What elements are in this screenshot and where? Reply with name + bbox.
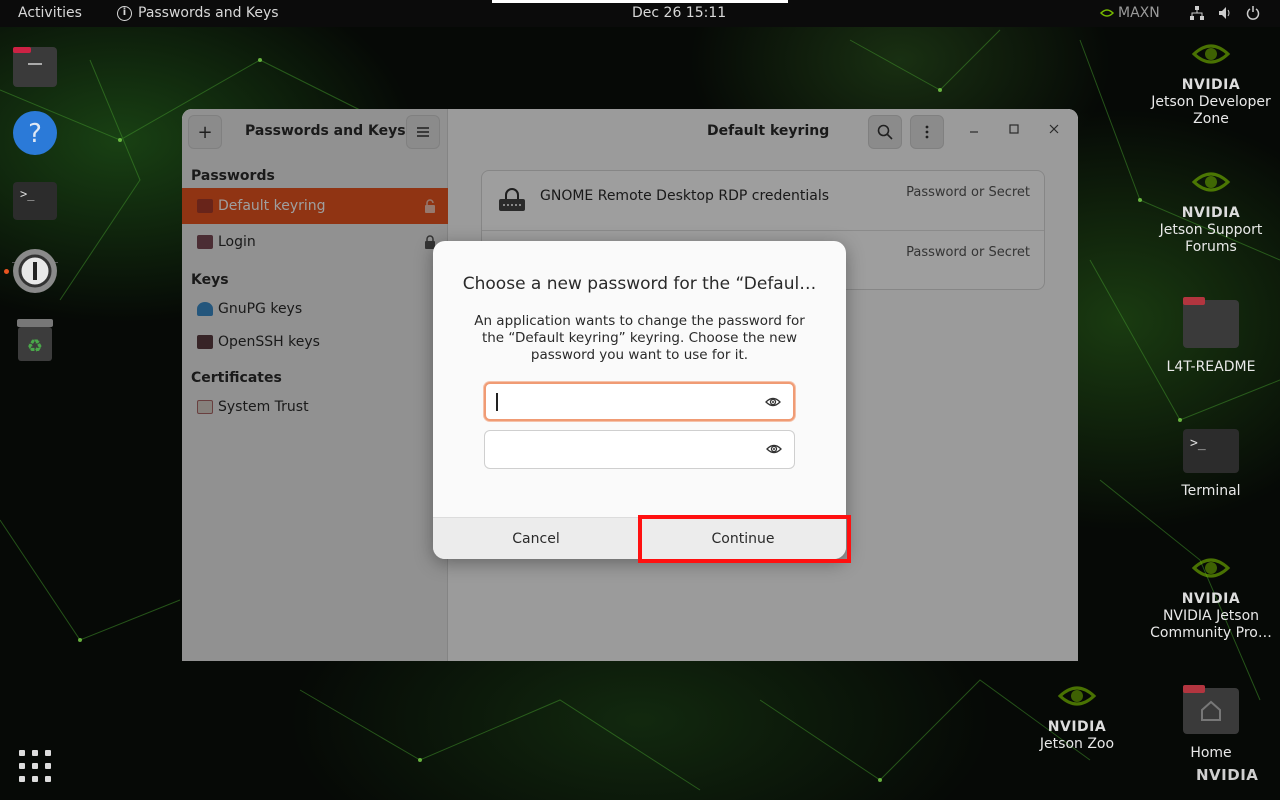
running-indicator [4, 269, 9, 274]
trash-icon[interactable]: ♻ [12, 317, 58, 363]
nvidia-wordmark: NVIDIA [1181, 591, 1241, 607]
volume-icon [1218, 6, 1232, 20]
confirm-password-input[interactable] [495, 438, 755, 460]
svg-text:>_: >_ [1190, 436, 1206, 451]
power-mode-label: MAXN [1118, 5, 1160, 21]
activities-button[interactable]: Activities [18, 5, 82, 21]
terminal-icon: >_ [1183, 429, 1239, 473]
folder-icon [1183, 297, 1239, 348]
text-cursor [496, 393, 498, 411]
app-menu[interactable]: i Passwords and Keys [117, 5, 279, 21]
nvidia-logo-icon [1191, 44, 1231, 64]
new-password-field[interactable] [484, 382, 795, 421]
desktop-icon-label: L4T-README [1166, 359, 1256, 375]
nvidia-logo-icon [1191, 172, 1231, 192]
nvidia-logo-icon [1057, 686, 1097, 706]
nvidia-wordmark: NVIDIA [1047, 719, 1107, 735]
files-icon[interactable] [12, 43, 58, 89]
desktop-icon-nvidia-jetson-community[interactable]: NVIDIA NVIDIA Jetson Community Pro… [1146, 550, 1276, 642]
new-password-input[interactable] [496, 391, 756, 413]
desktop-icon-jetson-developer-zone[interactable]: NVIDIA Jetson Developer Zone [1146, 36, 1276, 128]
app-grid-icon[interactable] [12, 743, 58, 789]
confirm-password-field[interactable] [484, 430, 795, 469]
power-mode-indicator[interactable]: MAXN [1100, 5, 1160, 21]
desktop-icon-label: Jetson Zoo [1039, 736, 1115, 752]
top-bar: Activities i Passwords and Keys Dec 26 1… [0, 0, 1280, 27]
desktop-icon-l4t-readme[interactable]: L4T-README [1146, 296, 1276, 376]
desktop-icon-label: Jetson Developer Zone [1151, 94, 1271, 127]
dialog-title: Choose a new password for the “Defaul… [462, 274, 817, 294]
change-password-dialog: Choose a new password for the “Defaul… A… [433, 241, 846, 559]
continue-highlight-box [638, 515, 851, 563]
cancel-button[interactable]: Cancel [433, 518, 640, 559]
svg-text:?: ? [28, 119, 42, 149]
nvidia-watermark: NVIDIA [1196, 766, 1259, 784]
nvidia-logo-icon [1191, 558, 1231, 578]
desktop-icon-label: NVIDIA Jetson Community Pro… [1150, 608, 1272, 641]
nvidia-eye-icon [1100, 9, 1114, 17]
screen-share-indicator [492, 0, 788, 3]
show-password-icon[interactable] [766, 442, 782, 456]
desktop-icon-jetson-zoo[interactable]: NVIDIA Jetson Zoo [1012, 678, 1142, 753]
show-password-icon[interactable] [765, 395, 781, 409]
1password-icon[interactable] [12, 248, 58, 294]
terminal-icon[interactable]: >_ [12, 178, 58, 224]
nvidia-wordmark: NVIDIA [1181, 205, 1241, 221]
network-icon [1190, 6, 1204, 20]
nvidia-wordmark: NVIDIA [1181, 77, 1241, 93]
svg-text:♻: ♻ [27, 336, 43, 357]
system-tray[interactable] [1190, 6, 1260, 20]
home-folder-icon [1183, 685, 1239, 734]
desktop-icon-label: Jetson Support Forums [1159, 222, 1263, 255]
desktop-icon-jetson-support-forums[interactable]: NVIDIA Jetson Support Forums [1146, 164, 1276, 256]
info-icon: i [117, 5, 132, 21]
dialog-message: An application wants to change the passw… [474, 313, 805, 363]
help-icon[interactable]: ? [12, 110, 58, 156]
desktop-icon-terminal[interactable]: >_ Terminal [1146, 428, 1276, 500]
clock[interactable]: Dec 26 15:11 [632, 5, 726, 21]
power-icon [1246, 6, 1260, 20]
dock: ? >_ ♻ [0, 27, 68, 800]
svg-text:>_: >_ [20, 187, 35, 201]
desktop-icon-home[interactable]: Home [1146, 684, 1276, 762]
app-menu-label: Passwords and Keys [138, 5, 279, 21]
desktop-icon-label: Terminal [1181, 483, 1241, 499]
desktop-icon-label: Home [1190, 745, 1232, 761]
